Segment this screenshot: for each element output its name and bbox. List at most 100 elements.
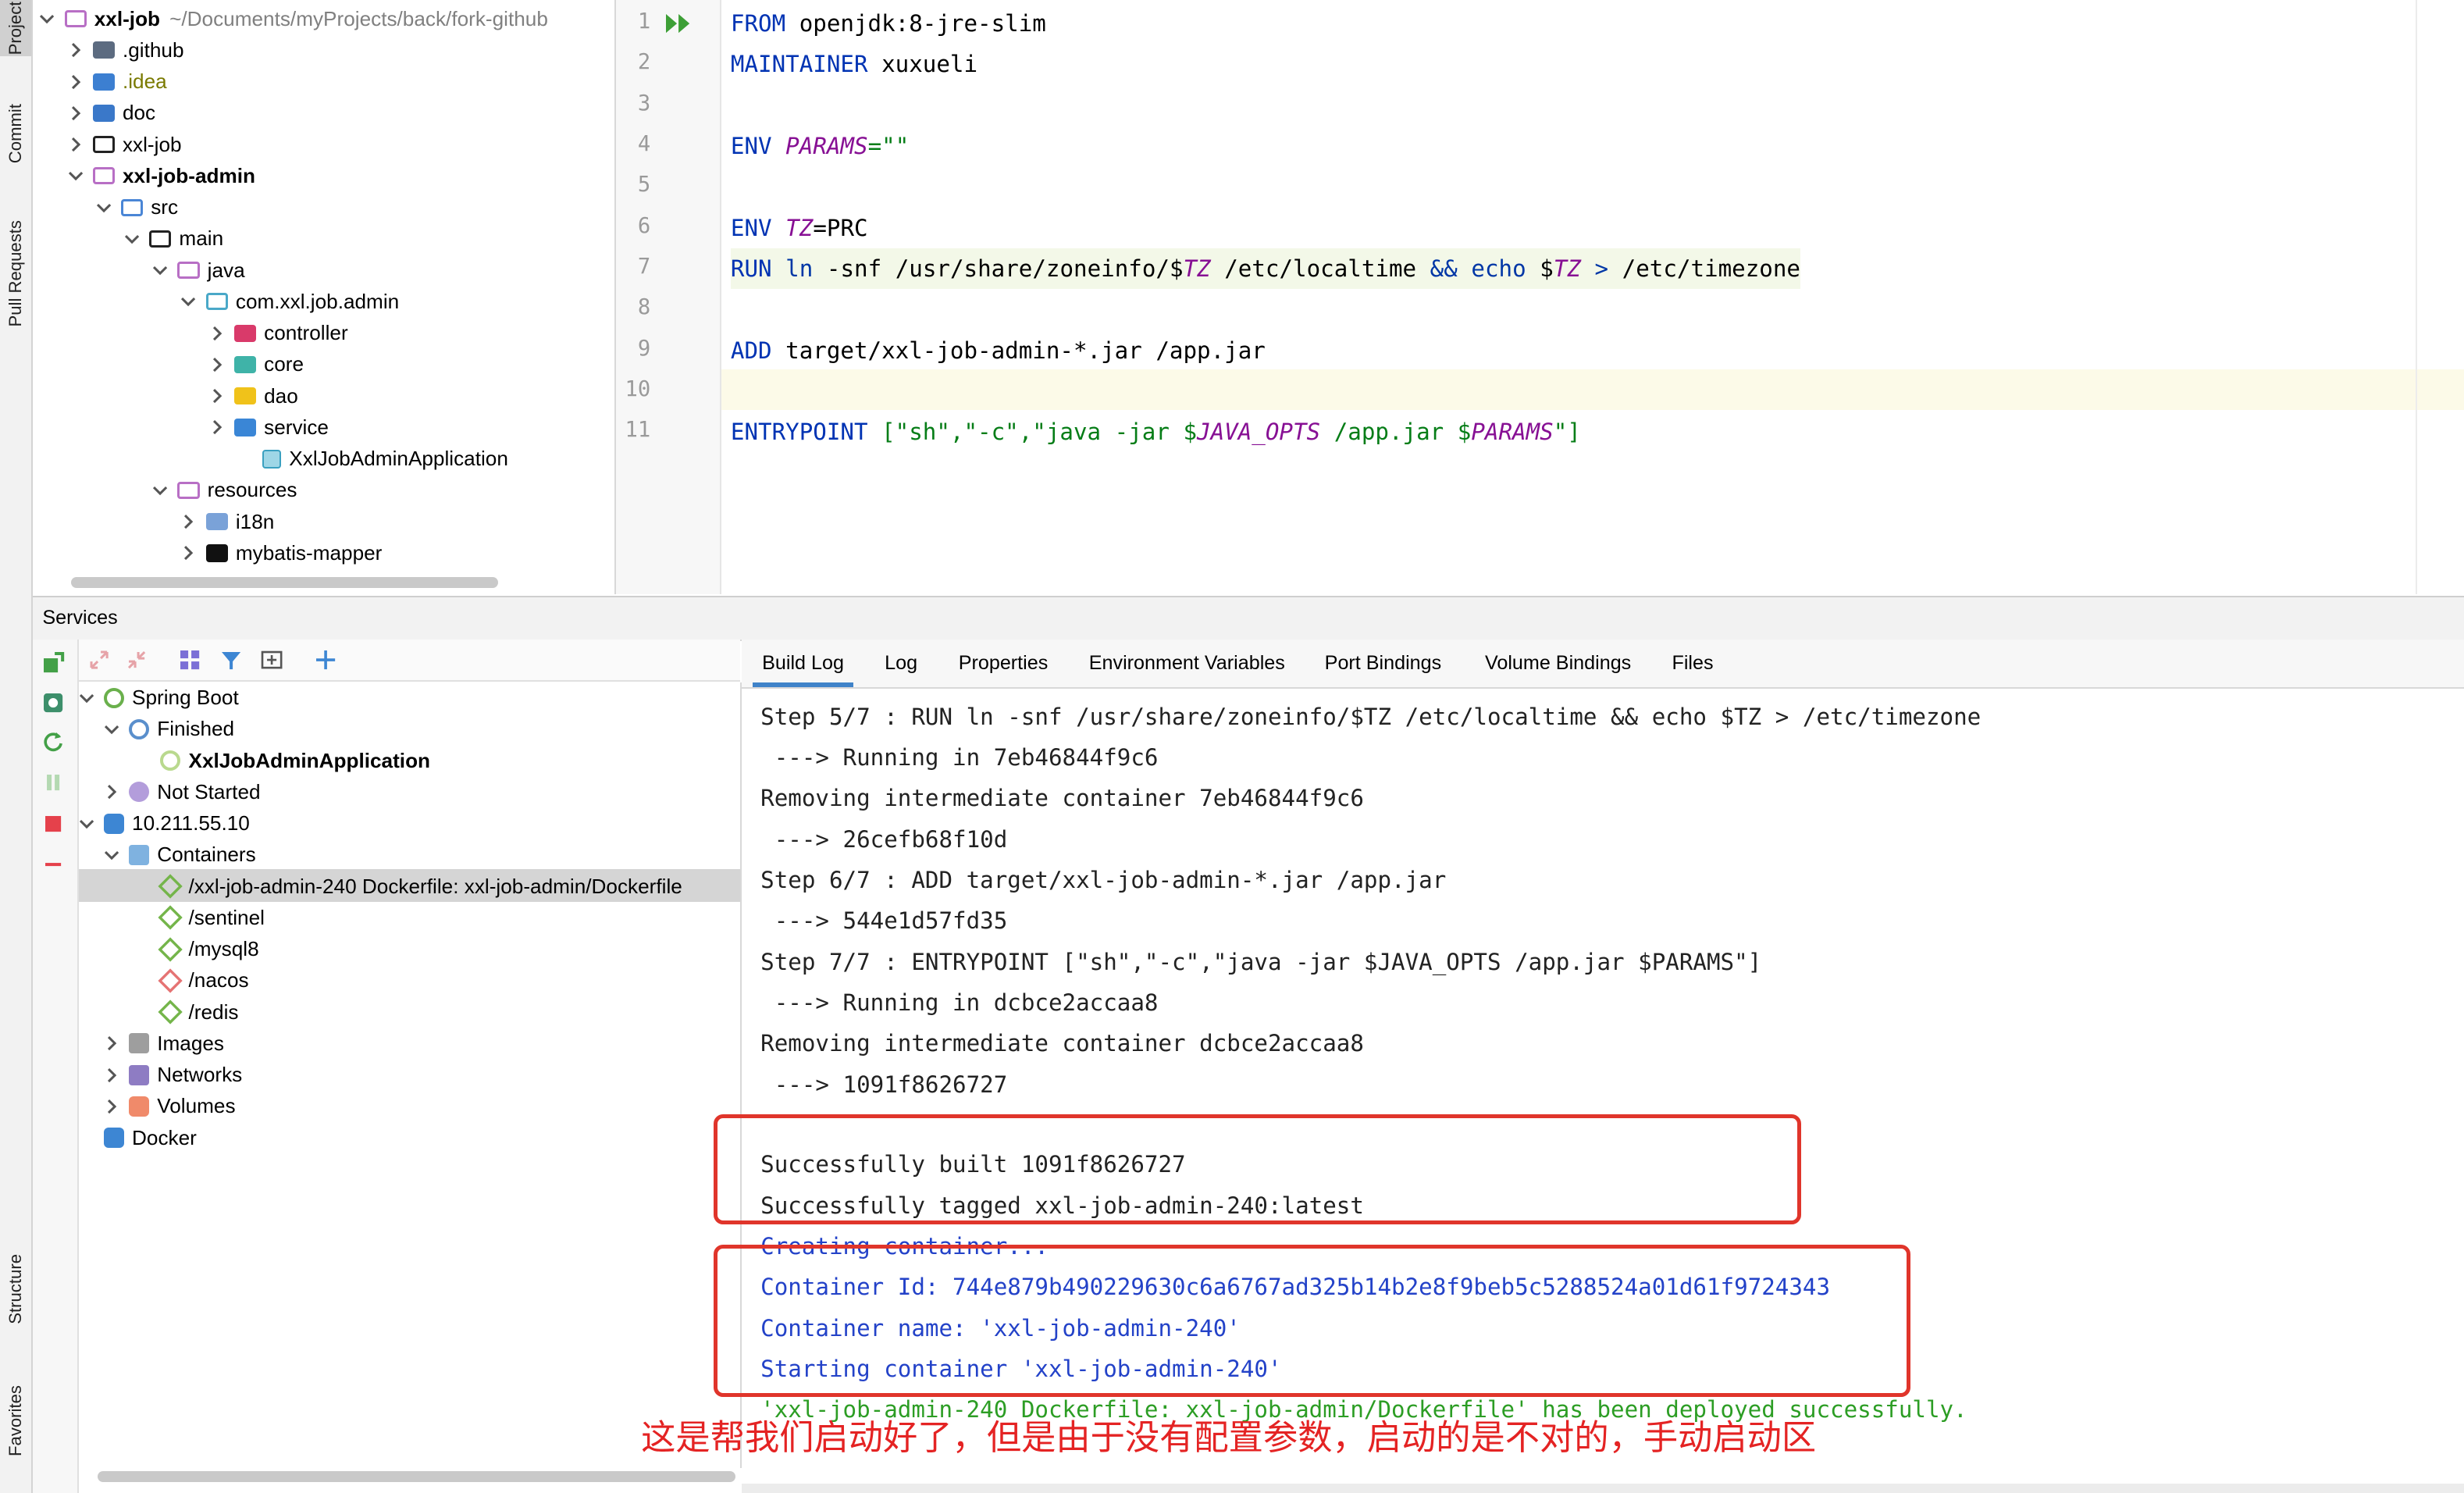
chevron-right-icon[interactable] <box>180 514 196 529</box>
deploy-icon[interactable] <box>42 652 65 674</box>
pause-icon[interactable] <box>42 771 64 793</box>
tab-build-log[interactable]: Build Log <box>753 640 854 687</box>
tab-volume-bindings[interactable]: Volume Bindings <box>1476 640 1640 686</box>
tree-node-containers[interactable]: Containers <box>104 839 256 871</box>
line-number: 7 <box>637 255 651 280</box>
group-by-icon[interactable] <box>179 649 201 671</box>
tree-item[interactable]: xxl-job <box>68 129 182 160</box>
chevron-right-icon[interactable] <box>209 388 225 404</box>
tree-node-volumes[interactable]: Volumes <box>104 1091 236 1122</box>
tree-node-finished[interactable]: Finished <box>104 714 234 745</box>
tree-item[interactable]: mybatis-mapper <box>180 537 382 568</box>
chevron-down-icon[interactable] <box>79 816 94 832</box>
tree-node-docker[interactable]: Docker <box>103 1122 197 1153</box>
tree-item[interactable]: java <box>152 255 245 286</box>
pull-requests-tool-tab[interactable]: Pull Requests <box>0 201 31 346</box>
tree-item[interactable]: controller <box>209 318 348 349</box>
container-item[interactable]: /xxl-job-admin-240 Dockerfile: xxl-job-a… <box>158 871 682 902</box>
chevron-down-icon[interactable] <box>152 483 168 498</box>
tab-files[interactable]: Files <box>1662 640 1722 686</box>
chevron-down-icon[interactable] <box>96 200 112 216</box>
run-icon[interactable] <box>666 14 694 34</box>
code-line: ADD target/xxl-job-admin-*.jar /app.jar <box>730 337 1266 364</box>
resources-folder-icon <box>177 481 200 500</box>
tree-item[interactable]: xxl-job-admin <box>68 160 255 191</box>
tab-properties[interactable]: Properties <box>949 640 1058 686</box>
chevron-right-icon[interactable] <box>68 137 84 152</box>
tree-item[interactable]: doc <box>68 98 155 129</box>
tree-item[interactable]: dao <box>209 380 298 412</box>
add-service-icon[interactable] <box>315 649 336 671</box>
new-tab-icon[interactable] <box>261 649 283 671</box>
tree-item[interactable]: com.xxl.job.admin <box>180 286 399 317</box>
remove-icon[interactable] <box>42 853 64 875</box>
chevron-down-icon[interactable] <box>180 294 196 309</box>
project-horizontal-scrollbar[interactable] <box>70 576 499 588</box>
chevron-down-icon[interactable] <box>39 11 55 27</box>
tree-item[interactable]: XxlJobAdminApplication <box>237 444 508 475</box>
tree-item[interactable]: .idea <box>68 66 167 98</box>
expand-all-icon[interactable] <box>88 649 110 671</box>
tree-node-docker-host[interactable]: 10.211.55.10 <box>79 808 250 839</box>
project-tab-label: Project <box>5 2 26 55</box>
tree-item[interactable]: i18n <box>180 506 274 537</box>
container-item[interactable]: /mysql8 <box>158 934 259 965</box>
container-running-icon <box>158 999 183 1024</box>
line-number: 3 <box>637 91 651 116</box>
tab-port-bindings[interactable]: Port Bindings <box>1316 640 1451 686</box>
chevron-right-icon[interactable] <box>104 1099 119 1114</box>
tree-item[interactable]: main <box>124 223 223 255</box>
chevron-down-icon[interactable] <box>104 722 119 737</box>
tree-item[interactable]: service <box>209 412 329 443</box>
filter-icon[interactable] <box>220 649 242 671</box>
refresh-icon[interactable] <box>42 731 64 753</box>
chevron-right-icon[interactable] <box>180 545 196 561</box>
tree-node-app[interactable]: XxlJobAdminApplication <box>160 745 430 776</box>
favorites-tool-tab[interactable]: Favorites <box>0 1364 31 1477</box>
chevron-right-icon[interactable] <box>104 784 119 800</box>
deploy-settings-icon[interactable] <box>42 692 64 714</box>
module-folder-icon <box>92 167 115 185</box>
chevron-right-icon[interactable] <box>209 419 225 435</box>
project-tool-tab[interactable]: Project <box>0 0 32 57</box>
services-horizontal-scrollbar[interactable] <box>97 1470 735 1482</box>
chevron-right-icon[interactable] <box>68 42 84 58</box>
log-line: ---> Running in dcbce2accaa8 <box>760 989 1159 1016</box>
container-item[interactable]: /sentinel <box>158 902 265 933</box>
commit-tool-tab[interactable]: Commit <box>0 79 31 189</box>
chevron-down-icon[interactable] <box>79 690 94 706</box>
node-label: Networks <box>157 1063 243 1087</box>
chevron-down-icon[interactable] <box>124 231 140 247</box>
container-item[interactable]: /nacos <box>158 965 249 996</box>
container-label: /redis <box>188 999 239 1024</box>
chevron-right-icon[interactable] <box>104 1067 119 1083</box>
chevron-right-icon[interactable] <box>68 74 84 90</box>
structure-tool-tab[interactable]: Structure <box>0 1234 31 1344</box>
chevron-right-icon[interactable] <box>209 326 225 341</box>
tree-node-not-started[interactable]: Not Started <box>104 776 261 807</box>
tree-item[interactable]: .github <box>68 34 184 66</box>
log-line: ---> Running in 7eb46844f9c6 <box>760 743 1159 771</box>
tab-environment-variables[interactable]: Environment Variables <box>1080 640 1294 686</box>
chevron-down-icon[interactable] <box>104 847 119 863</box>
structure-tab-label: Structure <box>5 1253 26 1324</box>
tab-log[interactable]: Log <box>875 640 927 686</box>
tree-root-row[interactable]: xxl-job ~/Documents/myProjects/back/fork… <box>39 3 548 34</box>
log-line: Step 7/7 : ENTRYPOINT ["sh","-c","java -… <box>760 948 1762 975</box>
chevron-right-icon[interactable] <box>104 1035 119 1051</box>
favorites-tab-label: Favorites <box>5 1384 26 1456</box>
tree-item[interactable]: core <box>209 349 304 380</box>
collapse-all-icon[interactable] <box>126 649 148 671</box>
stop-icon[interactable] <box>42 813 64 835</box>
chevron-right-icon[interactable] <box>209 357 225 372</box>
container-item[interactable]: /redis <box>158 996 239 1028</box>
chevron-down-icon[interactable] <box>68 168 84 184</box>
tree-node-networks[interactable]: Networks <box>104 1060 242 1091</box>
tree-item[interactable]: src <box>96 192 178 223</box>
tree-node-spring-boot[interactable]: Spring Boot <box>79 682 239 714</box>
dockerfile-editor[interactable]: FROM openjdk:8-jre-slim MAINTAINER xuxue… <box>721 0 2464 594</box>
chevron-down-icon[interactable] <box>152 262 168 278</box>
tree-item[interactable]: resources <box>152 475 297 506</box>
tree-node-images[interactable]: Images <box>104 1028 224 1059</box>
chevron-right-icon[interactable] <box>68 105 84 121</box>
